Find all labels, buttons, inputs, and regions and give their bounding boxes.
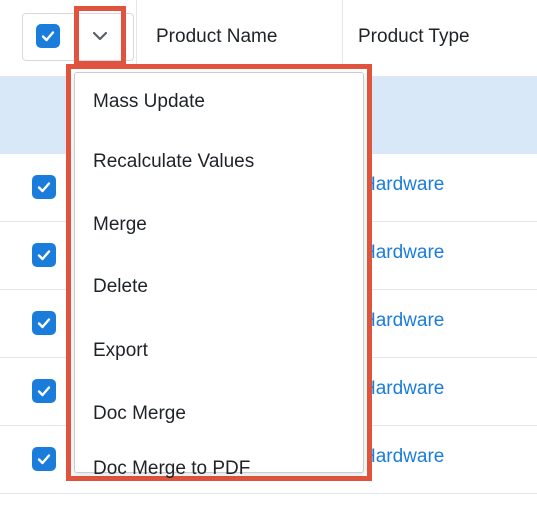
checkmark-icon — [37, 454, 51, 465]
actions-menu-toggle[interactable] — [74, 6, 126, 66]
product-type-link[interactable]: Hardware — [362, 378, 444, 400]
row-checkbox[interactable] — [32, 447, 56, 471]
select-all-checkbox[interactable] — [36, 24, 60, 48]
menu-item-export[interactable]: Export — [93, 340, 148, 362]
menu-item-merge[interactable]: Merge — [93, 214, 147, 236]
product-type-link[interactable]: Hardware — [362, 242, 444, 264]
row-checkbox[interactable] — [32, 379, 56, 403]
menu-item-mass-update[interactable]: Mass Update — [93, 91, 205, 113]
checkmark-icon — [37, 250, 51, 261]
menu-item-doc-merge-to-pdf[interactable]: Doc Merge to PDF — [93, 458, 250, 480]
menu-item-recalculate-values[interactable]: Recalculate Values — [93, 151, 254, 173]
checkmark-icon — [41, 31, 55, 42]
product-type-link[interactable]: Hardware — [362, 174, 444, 196]
row-checkbox[interactable] — [32, 243, 56, 267]
checkmark-icon — [37, 318, 51, 329]
column-header-product-name[interactable]: Product Name — [156, 26, 277, 48]
row-checkbox[interactable] — [32, 175, 56, 199]
chevron-down-icon — [92, 31, 108, 41]
checkmark-icon — [37, 182, 51, 193]
checkmark-icon — [37, 386, 51, 397]
row-checkbox[interactable] — [32, 311, 56, 335]
menu-panel: Mass Update Recalculate Values Merge Del… — [74, 72, 364, 479]
actions-dropdown-menu: Mass Update Recalculate Values Merge Del… — [66, 64, 372, 481]
product-type-link[interactable]: Hardware — [362, 446, 444, 468]
menu-item-doc-merge[interactable]: Doc Merge — [93, 403, 186, 425]
product-type-link[interactable]: Hardware — [362, 310, 444, 332]
menu-item-delete[interactable]: Delete — [93, 276, 148, 298]
list-view: Product Name Product Type Hardware Hardw… — [0, 0, 537, 508]
column-header-product-type[interactable]: Product Type — [358, 26, 470, 48]
